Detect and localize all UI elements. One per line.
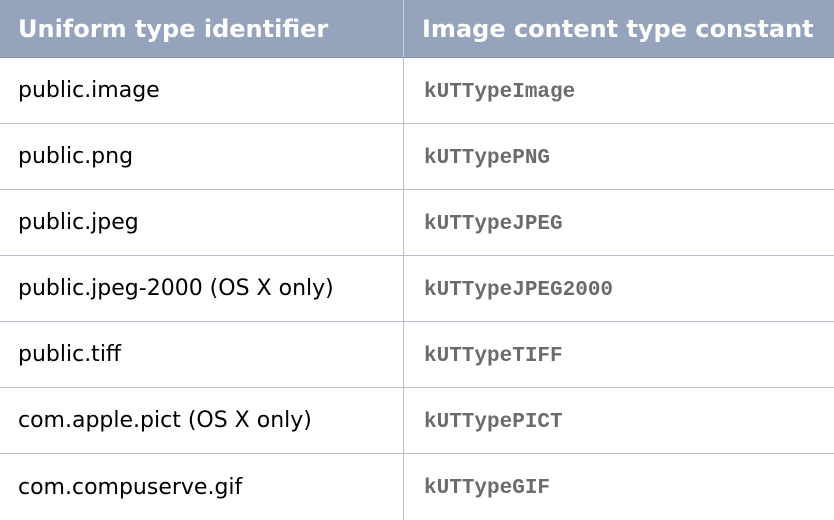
table-row: public.png kUTTypePNG [0,124,834,190]
constant-cell: kUTTypeJPEG2000 [424,278,614,302]
table-header: Uniform type identifier Image content ty… [0,0,834,58]
uti-cell: com.apple.pict (OS X only) [0,388,404,453]
constant-cell: kUTTypeGIF [424,477,551,500]
constant-cell: kUTTypePICT [424,410,563,434]
uti-table: Uniform type identifier Image content ty… [0,0,834,520]
constant-cell: kUTTypeImage [424,80,576,104]
uti-cell: public.jpeg-2000 (OS X only) [0,256,404,321]
table-row: public.jpeg-2000 (OS X only) kUTTypeJPEG… [0,256,834,322]
column-header-constant: Image content type constant [422,14,814,43]
uti-cell: public.png [0,124,404,189]
table-row: public.tiff kUTTypeTIFF [0,322,834,388]
constant-cell: kUTTypePNG [424,146,551,170]
constant-cell: kUTTypeJPEG [424,212,563,236]
uti-cell: public.tiff [0,322,404,387]
uti-cell: com.compuserve.gif [0,454,404,520]
constant-cell: kUTTypeTIFF [424,344,563,368]
table-row: public.image kUTTypeImage [0,58,834,124]
uti-cell: public.image [0,58,404,123]
table-row: public.jpeg kUTTypeJPEG [0,190,834,256]
table-row: com.compuserve.gif kUTTypeGIF [0,454,834,520]
uti-cell: public.jpeg [0,190,404,255]
table-row: com.apple.pict (OS X only) kUTTypePICT [0,388,834,454]
column-header-uti: Uniform type identifier [0,0,404,57]
